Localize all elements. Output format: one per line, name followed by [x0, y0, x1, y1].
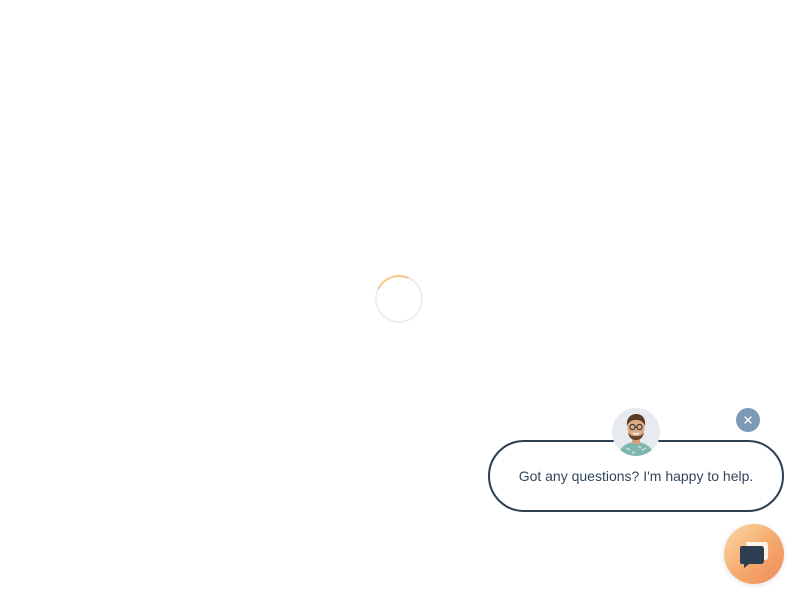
avatar-image	[612, 408, 660, 456]
close-icon	[744, 416, 752, 424]
close-chat-button[interactable]	[736, 408, 760, 432]
chat-launcher-button[interactable]	[724, 524, 784, 584]
loading-spinner-icon	[368, 268, 430, 330]
page: Got any questions? I'm happy to help.	[0, 0, 800, 600]
agent-avatar	[612, 408, 660, 456]
chat-bubbles-icon	[740, 542, 768, 568]
chat-greeting-text: Got any questions? I'm happy to help.	[518, 468, 754, 484]
